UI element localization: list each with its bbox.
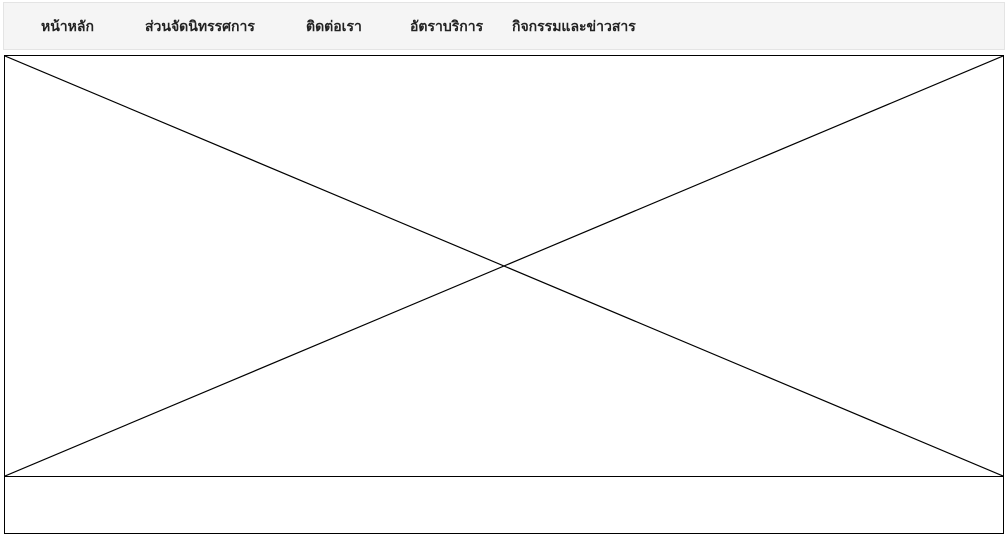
image-placeholder-icon	[5, 56, 1003, 476]
nav-item-home[interactable]: หน้าหลัก	[41, 3, 94, 51]
nav-item-service-rates[interactable]: อัตราบริการ	[410, 3, 483, 51]
top-navigation-bar: หน้าหลัก ส่วนจัดนิทรรศการ ติดต่อเรา อัตร…	[3, 2, 1005, 50]
hero-image-placeholder	[4, 55, 1004, 477]
nav-item-contact-us[interactable]: ติดต่อเรา	[306, 3, 362, 51]
footer-placeholder	[4, 476, 1004, 534]
nav-item-exhibition-section[interactable]: ส่วนจัดนิทรรศการ	[145, 3, 255, 51]
nav-item-activities-news[interactable]: กิจกรรมและข่าวสาร	[512, 3, 636, 51]
